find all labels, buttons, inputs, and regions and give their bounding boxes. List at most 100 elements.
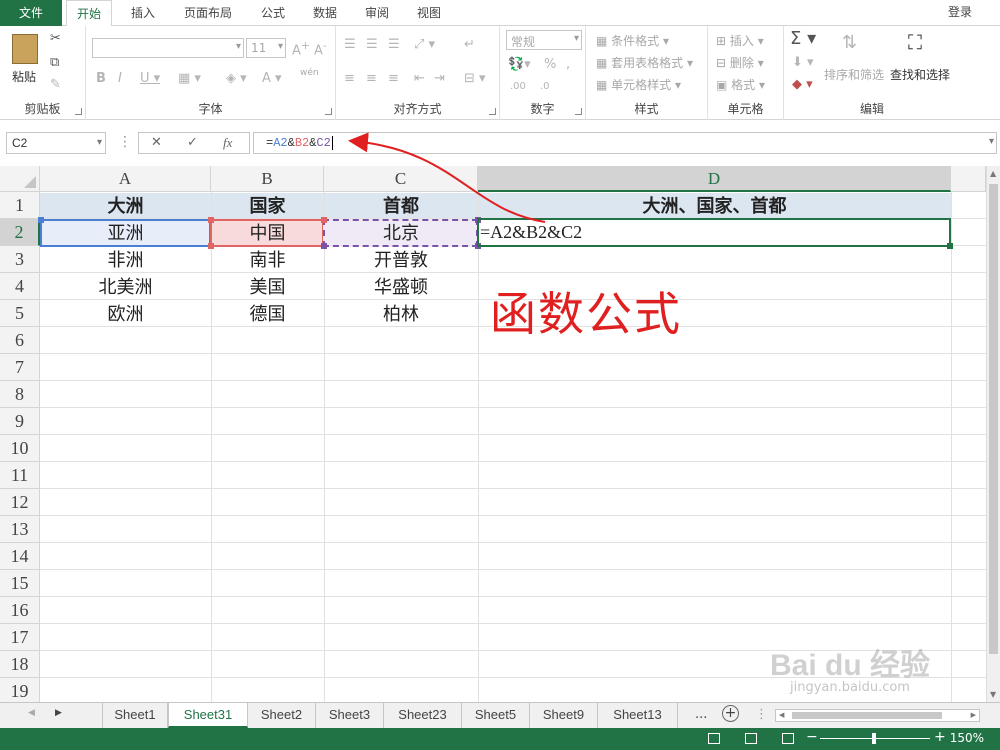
number-format-select[interactable]: 常规 — [506, 30, 582, 50]
row-header-13[interactable]: 13 — [0, 516, 40, 543]
vertical-scrollbar[interactable]: ▲ ▼ — [986, 166, 1000, 702]
worksheet-grid[interactable]: A B C D 1 2 3 4 5 6 7 8 9 10 11 12 13 14 15 16 17 18 19 大洲… — [0, 166, 986, 702]
sheet-tab-sheet5[interactable]: Sheet5 — [462, 703, 530, 728]
percent-icon[interactable]: % — [544, 58, 556, 71]
normal-view-icon[interactable] — [708, 733, 720, 744]
page-layout-view-icon[interactable] — [745, 733, 757, 744]
cell-a2[interactable]: 亚洲 — [40, 220, 211, 247]
font-name-select[interactable] — [92, 38, 244, 58]
sort-filter-button[interactable]: 排序和筛选 — [824, 66, 884, 83]
find-select-button[interactable]: 查找和选择 — [890, 66, 950, 83]
tab-review[interactable]: 审阅 — [360, 0, 394, 26]
sheet-tab-sheet2[interactable]: Sheet2 — [248, 703, 316, 728]
sheet-tab-sheet31[interactable]: Sheet31 — [168, 703, 248, 728]
insert-function-icon[interactable]: fx — [223, 136, 232, 149]
row-header-3[interactable]: 3 — [0, 246, 40, 273]
column-header-a[interactable]: A — [40, 166, 211, 192]
row-header-1[interactable]: 1 — [0, 192, 40, 219]
wrap-text-icon[interactable]: ↵ — [464, 38, 475, 51]
cell-a4[interactable]: 北美洲 — [40, 274, 211, 301]
tab-formulas[interactable]: 公式 — [256, 0, 290, 26]
align-middle-icon[interactable]: ☰ — [366, 38, 378, 51]
add-sheet-icon[interactable]: + — [722, 705, 739, 722]
cell-c5[interactable]: 柏林 — [324, 301, 478, 328]
row-header-8[interactable]: 8 — [0, 381, 40, 408]
font-size-select[interactable]: 11 — [246, 38, 286, 58]
align-left-icon[interactable]: ≡ — [344, 72, 355, 85]
alignment-launcher-icon[interactable] — [489, 108, 496, 115]
cell-d1[interactable]: 大洲、国家、首都 — [478, 193, 951, 220]
delete-cells-button[interactable]: ⊟ 删除 ▾ — [716, 54, 764, 71]
row-header-19[interactable]: 19 — [0, 678, 40, 702]
tab-home[interactable]: 开始 — [66, 0, 112, 27]
align-top-icon[interactable]: ☰ — [344, 38, 356, 51]
fill-icon[interactable]: ⬇ ▾ — [792, 56, 814, 69]
format-painter-icon[interactable]: ✎ — [50, 78, 61, 91]
cell-a5[interactable]: 欧洲 — [40, 301, 211, 328]
row-header-11[interactable]: 11 — [0, 462, 40, 489]
currency-icon[interactable]: 💱▾ — [508, 58, 531, 71]
paste-label[interactable]: 粘贴 — [12, 68, 36, 85]
comma-icon[interactable]: , — [566, 58, 570, 71]
font-color-icon[interactable]: A ▾ — [262, 72, 282, 85]
format-cells-button[interactable]: ▣ 格式 ▾ — [716, 76, 765, 93]
row-header-6[interactable]: 6 — [0, 327, 40, 354]
row-header-2[interactable]: 2 — [0, 219, 40, 246]
cut-icon[interactable]: ✂ — [50, 32, 61, 45]
tab-view[interactable]: 视图 — [412, 0, 446, 26]
copy-icon[interactable]: ⧉ — [50, 56, 59, 69]
sort-filter-icon[interactable]: ⇅ — [842, 34, 857, 52]
sheet-tab-sheet23[interactable]: Sheet23 — [384, 703, 462, 728]
enter-icon[interactable]: ✓ — [187, 136, 198, 149]
fill-color-icon[interactable]: ◈ ▾ — [226, 72, 247, 85]
align-center-icon[interactable]: ≡ — [366, 72, 377, 85]
zoom-out-icon[interactable]: − — [806, 729, 818, 745]
row-header-15[interactable]: 15 — [0, 570, 40, 597]
cell-a1[interactable]: 大洲 — [40, 193, 211, 220]
sheet-tab-sheet1[interactable]: Sheet1 — [102, 703, 168, 728]
number-launcher-icon[interactable] — [575, 108, 582, 115]
cell-b3[interactable]: 南非 — [211, 247, 324, 274]
increase-decimal-icon[interactable]: .00 — [510, 82, 526, 92]
italic-icon[interactable]: I — [118, 72, 122, 85]
row-header-5[interactable]: 5 — [0, 300, 40, 327]
align-right-icon[interactable]: ≡ — [388, 72, 399, 85]
merge-center-icon[interactable]: ⊟ ▾ — [464, 72, 486, 85]
scroll-right-icon[interactable]: ▶ — [971, 711, 976, 719]
zoom-in-icon[interactable]: + — [934, 729, 946, 745]
tab-insert[interactable]: 插入 — [126, 0, 160, 26]
conditional-format-button[interactable]: ▦ 条件格式 ▾ — [596, 32, 669, 49]
zoom-slider-thumb[interactable] — [872, 733, 876, 744]
cell-c4[interactable]: 华盛顿 — [324, 274, 478, 301]
cell-b4[interactable]: 美国 — [211, 274, 324, 301]
cell-b5[interactable]: 德国 — [211, 301, 324, 328]
scroll-up-icon[interactable]: ▲ — [990, 169, 996, 178]
sheet-tab-sheet9[interactable]: Sheet9 — [530, 703, 598, 728]
vertical-scroll-thumb[interactable] — [989, 184, 998, 654]
page-break-view-icon[interactable] — [782, 733, 794, 744]
autosum-icon[interactable]: Σ ▾ — [790, 30, 816, 48]
binoculars-icon[interactable]: ⛶ — [908, 32, 922, 52]
table-format-button[interactable]: ▦ 套用表格格式 ▾ — [596, 54, 693, 71]
select-all-corner[interactable] — [0, 166, 40, 192]
row-header-16[interactable]: 16 — [0, 597, 40, 624]
bold-icon[interactable]: B — [96, 72, 106, 85]
column-header-e[interactable] — [951, 166, 986, 192]
sheet-next-icon[interactable]: ▶ — [55, 708, 62, 718]
horizontal-scrollbar[interactable]: ◀ ▶ — [775, 709, 980, 722]
row-header-17[interactable]: 17 — [0, 624, 40, 651]
column-header-b[interactable]: B — [211, 166, 324, 192]
expand-formula-icon[interactable]: ▾ — [989, 136, 994, 147]
tab-file[interactable]: 文件 — [0, 0, 62, 26]
cell-b2[interactable]: 中国 — [211, 220, 324, 247]
tab-split-icon[interactable]: ⋮ — [755, 707, 768, 722]
outdent-icon[interactable]: ⇥ — [434, 72, 445, 85]
font-launcher-icon[interactable] — [325, 108, 332, 115]
orientation-icon[interactable]: ⤢ ▾ — [414, 38, 435, 51]
cancel-icon[interactable]: ✕ — [151, 136, 162, 149]
tab-data[interactable]: 数据 — [308, 0, 342, 26]
sheet-tab-sheet3[interactable]: Sheet3 — [316, 703, 384, 728]
row-header-10[interactable]: 10 — [0, 435, 40, 462]
tab-page-layout[interactable]: 页面布局 — [178, 0, 238, 26]
scroll-down-icon[interactable]: ▼ — [990, 690, 996, 699]
